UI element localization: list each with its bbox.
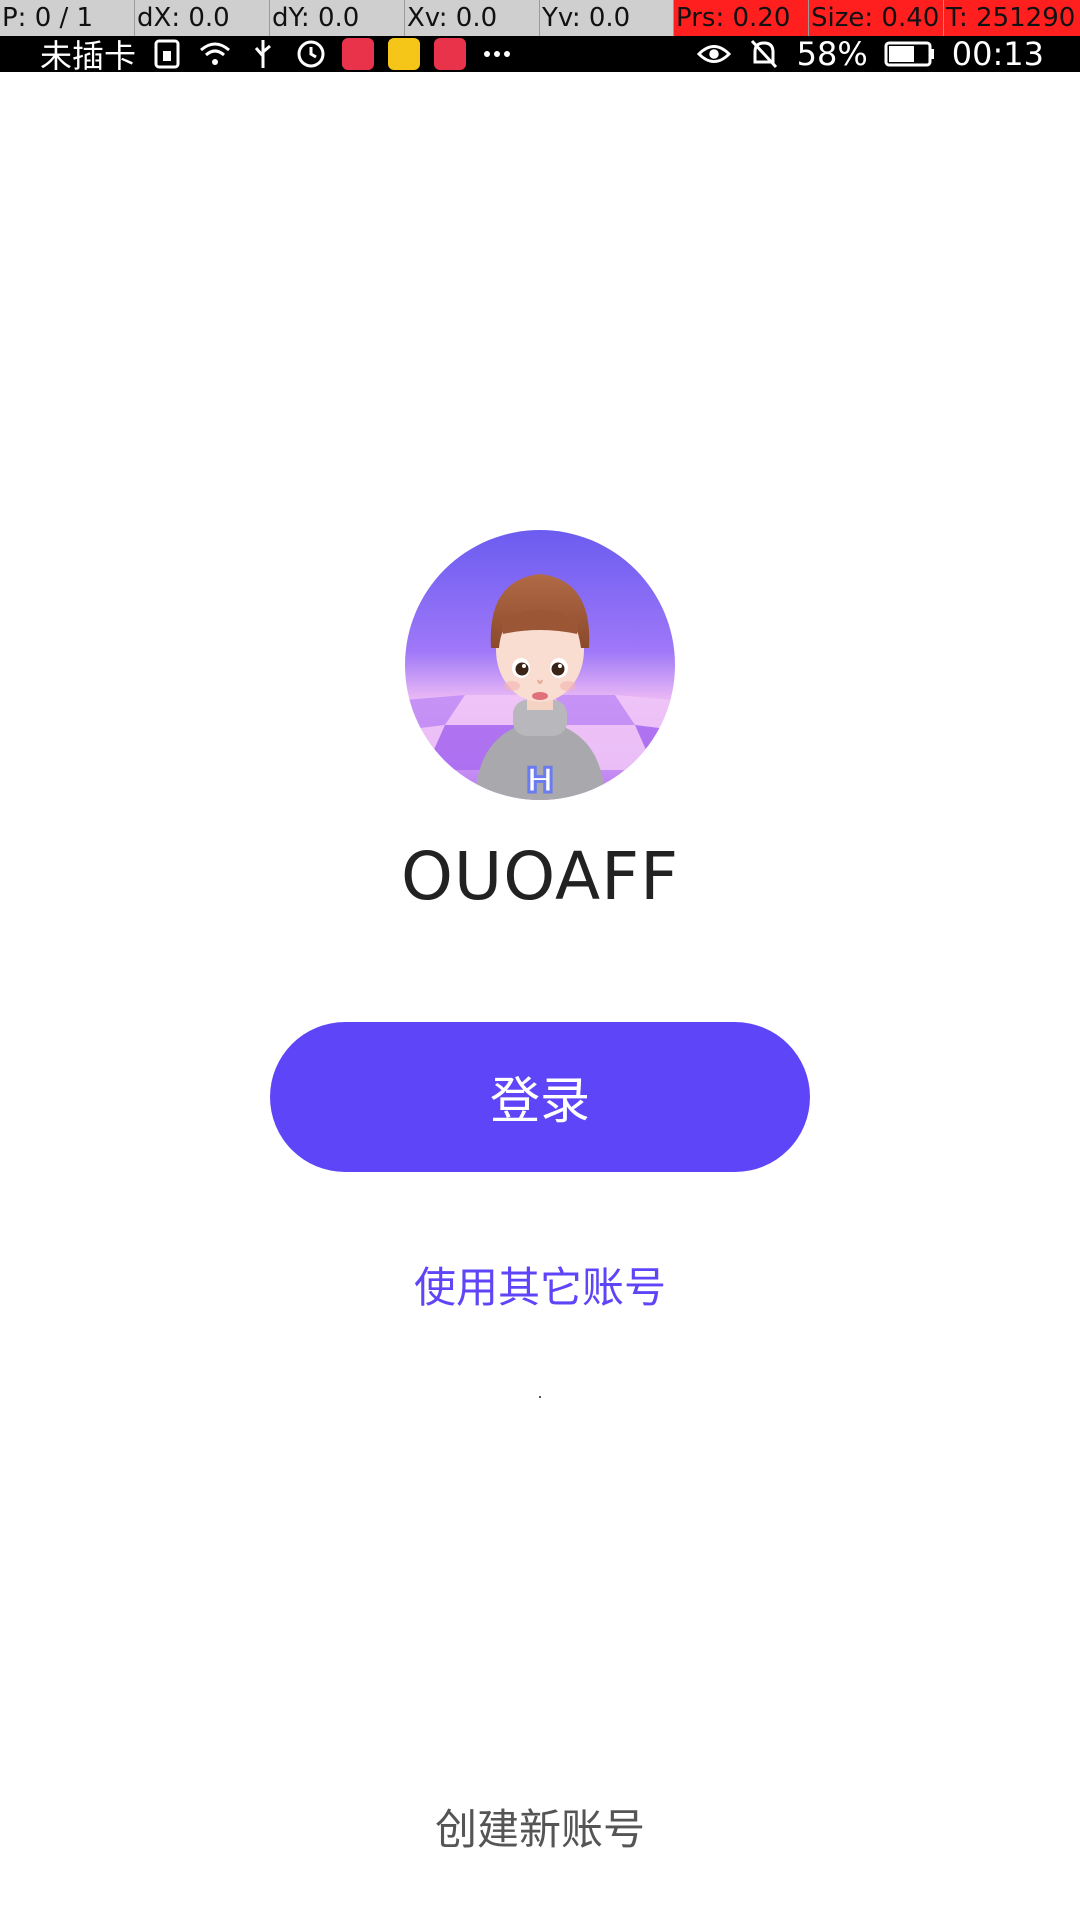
more-notifications-icon	[480, 37, 514, 71]
app-notification-icon	[342, 38, 375, 70]
pointer-location-overlay: P: 0 / 1 dX: 0.0 dY: 0.0 Xv: 0.0 Yv: 0.0…	[0, 0, 1080, 36]
app-notification-icon	[434, 38, 467, 70]
status-bar-left: 未插卡	[40, 36, 514, 75]
battery-percent: 58%	[796, 35, 868, 73]
usb-icon	[246, 37, 280, 71]
use-other-account-link[interactable]: 使用其它账号	[0, 1254, 1080, 1315]
carrier-label: 未插卡	[40, 37, 137, 75]
alarm-icon	[294, 37, 328, 71]
wifi-icon	[198, 37, 232, 71]
debug-yv: Yv: 0.0	[539, 0, 673, 36]
battery-icon	[884, 37, 936, 71]
touch-point-marker	[539, 1396, 541, 1398]
status-bar: 未插卡 58% 00:13 P: 0 / 1 dX: 0.0 dY: 0.0 X…	[0, 0, 1080, 75]
svg-text:H: H	[526, 761, 554, 800]
debug-xv: Xv: 0.0	[404, 0, 539, 36]
login-screen: 未插卡 58% 00:13 P: 0 / 1 dX: 0.0 dY: 0.0 X…	[0, 0, 1080, 1920]
app-notification-icon	[388, 38, 421, 70]
clock: 00:13	[951, 35, 1044, 73]
debug-dy: dY: 0.0	[269, 0, 404, 36]
account-username: OUOAFF	[400, 838, 680, 915]
user-avatar: H	[405, 530, 675, 800]
eye-icon	[696, 37, 731, 71]
debug-pointer: P: 0 / 1	[2, 3, 94, 33]
mute-bell-icon	[747, 37, 781, 71]
status-bar-right: 58% 00:13	[696, 35, 1044, 73]
debug-dx: dX: 0.0	[134, 0, 269, 36]
create-account-link[interactable]: 创建新账号	[0, 1796, 1080, 1857]
debug-time: T: 251290	[943, 0, 1080, 36]
sim-icon	[150, 37, 184, 71]
debug-size: Size: 0.40	[808, 0, 943, 36]
debug-pressure: Prs: 0.20	[673, 0, 808, 36]
login-button[interactable]: 登录	[270, 1022, 810, 1172]
